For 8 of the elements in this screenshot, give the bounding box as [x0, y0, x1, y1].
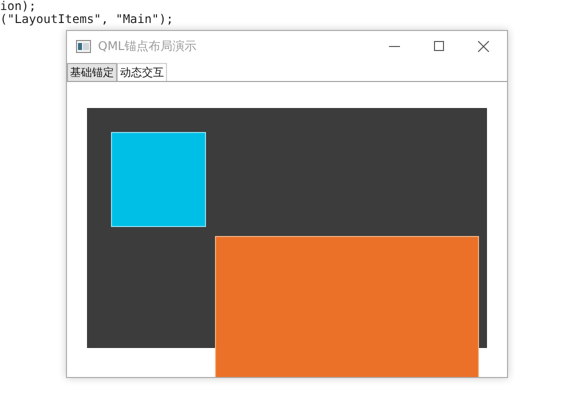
- maximize-icon[interactable]: [434, 41, 444, 51]
- code-line: ("LayoutItems", "Main");: [0, 13, 174, 26]
- tab[interactable]: 基础锚定: [67, 63, 117, 81]
- window-title: QML锚点布局演示: [98, 38, 196, 54]
- close-icon[interactable]: [478, 40, 489, 52]
- tab[interactable]: 动态交互: [117, 63, 167, 81]
- code-line: ion);: [0, 0, 36, 13]
- app-icon: [76, 40, 91, 52]
